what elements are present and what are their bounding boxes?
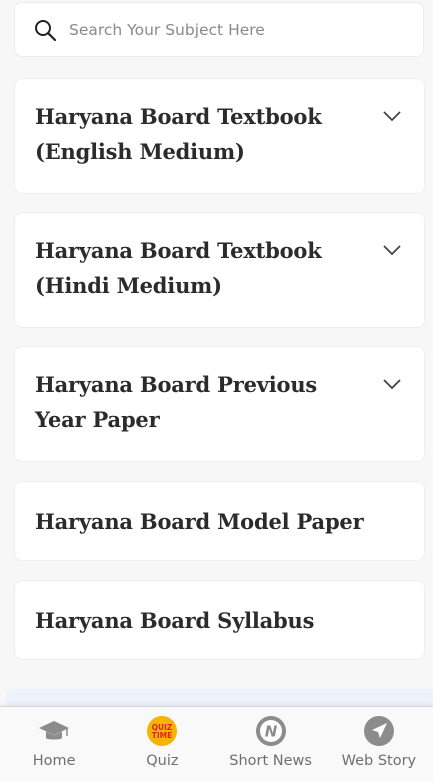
card-title: Haryana Board Textbook (Hindi Medium) [35,238,322,298]
quiz-badge-text: TIME [152,731,173,740]
card-textbook-english[interactable]: Haryana Board Textbook (English Medium) [14,78,425,194]
news-glyph: N [264,723,277,741]
nav-label: Web Story [341,753,417,769]
card-model-paper[interactable]: Haryana Board Model Paper [14,481,425,561]
chevron-down-icon[interactable] [382,109,402,123]
card-textbook-hindi[interactable]: Haryana Board Textbook (Hindi Medium) [14,212,425,328]
nav-item-web-story[interactable]: Web Story [325,707,433,781]
graduation-cap-icon [39,721,70,740]
nav-label: Short News [229,753,312,769]
quiz-time-icon: QUIZ TIME [147,716,178,746]
chevron-down-icon[interactable] [382,243,402,257]
news-n-icon: N [255,716,286,746]
bottom-nav: Home QUIZ TIME Quiz N Short News Web Sto… [0,706,433,781]
card-title: Haryana Board Textbook (English Medium) [35,104,322,164]
nav-label: Home [32,753,76,769]
nav-item-home[interactable]: Home [0,707,108,781]
nav-label: Quiz [146,753,179,769]
search-bar[interactable] [14,2,424,57]
card-title: Haryana Board Syllabus [35,608,315,633]
paper-plane-icon [363,716,394,746]
page: Haryana Board Textbook (English Medium) … [0,0,433,781]
card-title: Haryana Board Previous Year Paper [35,372,318,432]
card-syllabus[interactable]: Haryana Board Syllabus [14,580,425,660]
search-input[interactable] [67,19,411,40]
card-title: Haryana Board Model Paper [35,509,364,534]
search-icon [35,19,57,41]
card-previous-year-paper[interactable]: Haryana Board Previous Year Paper [14,346,425,462]
nav-item-quiz[interactable]: QUIZ TIME Quiz [108,707,216,781]
chevron-down-icon[interactable] [382,377,402,391]
nav-item-short-news[interactable]: N Short News [217,707,325,781]
